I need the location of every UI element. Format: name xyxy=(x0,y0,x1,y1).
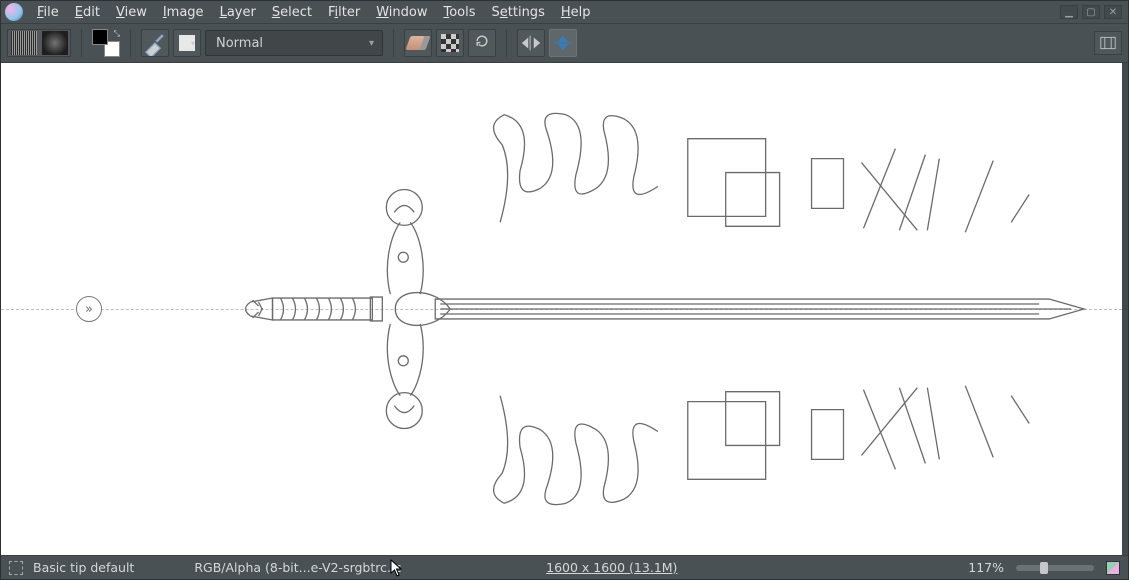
chevron-down-icon: ▾ xyxy=(369,38,374,49)
brush-gradient-preview[interactable] xyxy=(7,29,71,57)
status-colorspace: RGB/Alpha (8-bit...e-V2-srgbtrc.ic xyxy=(194,560,401,575)
menu-image[interactable]: Image xyxy=(155,3,212,22)
status-bar: Basic tip default RGB/Alpha (8-bit...e-V… xyxy=(1,555,1128,579)
minimize-button[interactable]: ▁ xyxy=(1060,5,1078,19)
app-icon xyxy=(5,3,23,21)
canvas-rotation-swatch-icon[interactable] xyxy=(1106,561,1120,575)
menu-edit[interactable]: Edit xyxy=(67,3,108,22)
gradient-icon xyxy=(11,31,37,55)
mirror-horizontal-toggle[interactable] xyxy=(517,29,545,57)
alpha-lock-icon xyxy=(441,34,459,52)
canvas-area xyxy=(1,63,1128,555)
app-window: File Edit View Image Layer Select Filter… xyxy=(0,0,1129,580)
fg-bg-color[interactable]: ⤡ xyxy=(92,29,120,57)
canvas[interactable] xyxy=(1,63,1122,555)
mirror-vertical-toggle[interactable] xyxy=(549,29,577,57)
menu-layer[interactable]: Layer xyxy=(212,3,264,22)
artwork xyxy=(1,63,1122,555)
blend-mode-select[interactable]: Normal ▾ xyxy=(205,30,383,56)
brush-presets-grid-button[interactable]: ▾ xyxy=(173,29,201,57)
zoom-slider-thumb[interactable] xyxy=(1040,562,1048,574)
blend-mode-label: Normal xyxy=(216,36,263,51)
close-button[interactable]: ✕ xyxy=(1104,5,1122,19)
reload-icon xyxy=(474,33,490,53)
menu-window[interactable]: Window xyxy=(368,3,435,22)
preserve-alpha-toggle[interactable] xyxy=(436,29,464,57)
brush-editor-button[interactable] xyxy=(141,29,169,57)
maximize-button[interactable]: ▢ xyxy=(1082,5,1100,19)
menu-filter[interactable]: Filter xyxy=(320,3,368,22)
zoom-slider[interactable] xyxy=(1016,565,1094,571)
window-controls: ▁ ▢ ✕ xyxy=(1060,5,1122,19)
eraser-icon xyxy=(405,36,430,50)
status-dimensions: 1600 x 1600 (13.1M) xyxy=(546,560,677,575)
mirror-vertical-icon xyxy=(552,33,574,53)
menu-settings[interactable]: Settings xyxy=(484,3,553,22)
mirror-horizontal-icon xyxy=(520,33,542,53)
menu-help[interactable]: Help xyxy=(553,3,599,22)
eraser-toggle[interactable] xyxy=(404,29,432,57)
reload-preset-button[interactable] xyxy=(468,29,496,57)
swap-colors-icon[interactable]: ⤡ xyxy=(114,29,120,39)
menu-bar: File Edit View Image Layer Select Filter… xyxy=(1,1,1128,23)
selection-indicator-icon xyxy=(9,561,23,575)
tool-options-bar: ⤡ ▾ Normal ▾ xyxy=(1,23,1128,63)
menu-view[interactable]: View xyxy=(108,3,155,22)
workspace-chooser-button[interactable] xyxy=(1094,31,1122,55)
vertical-scrollbar[interactable] xyxy=(1122,63,1128,555)
status-brush-name: Basic tip default xyxy=(33,560,134,575)
menu-select[interactable]: Select xyxy=(264,3,320,22)
status-zoom[interactable]: 117% xyxy=(968,560,1004,575)
pattern-icon xyxy=(42,31,68,55)
menu-file[interactable]: File xyxy=(29,3,67,22)
fg-color-swatch[interactable] xyxy=(92,29,108,45)
menu-tools[interactable]: Tools xyxy=(435,3,483,22)
